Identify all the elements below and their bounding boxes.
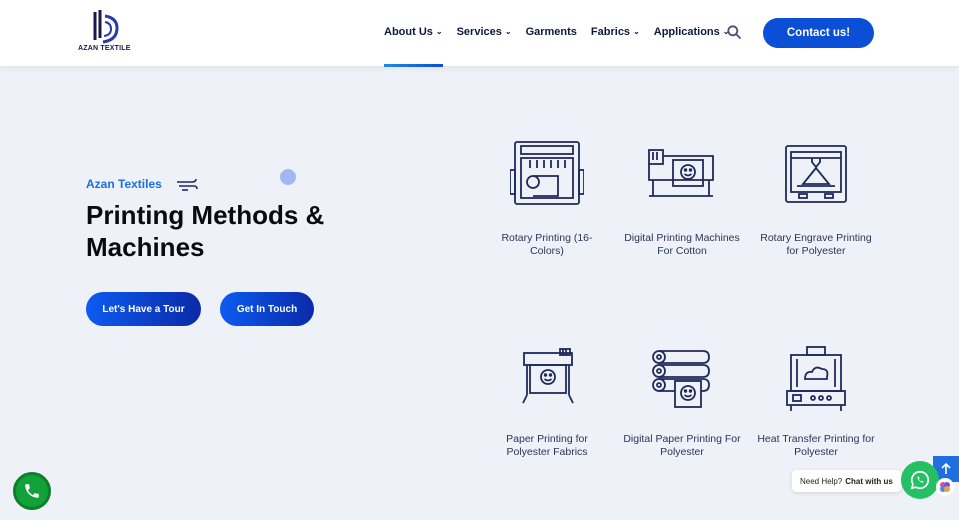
nav-label: Applications — [653, 26, 720, 38]
logo-text: AZAN TEXTILE — [78, 45, 131, 52]
service-card-paper-printing[interactable]: Paper Printing for Polyester Fabrics — [487, 345, 607, 459]
service-label: Digital Paper Printing For Polyester — [623, 433, 741, 458]
nav-about-us[interactable]: About Us ⌄ — [384, 26, 443, 67]
page-title: Printing Methods & Machines — [86, 200, 325, 262]
site-header: AZAN TEXTILE About Us ⌄ Services ⌄ Garment… — [0, 0, 959, 67]
wind-icon — [176, 178, 198, 191]
eyebrow-label: Azan Textiles — [86, 177, 162, 191]
decorative-dot — [280, 169, 296, 185]
service-card-digital-paper[interactable]: Digital Paper Printing For Polyester — [622, 345, 742, 459]
chevron-down-icon: ⌄ — [504, 26, 512, 36]
rotary-printer-icon — [510, 141, 584, 205]
logo-mark-icon — [93, 10, 119, 44]
service-label: Heat Transfer Printing for Polyester — [757, 433, 875, 458]
nav-fabrics[interactable]: Fabrics ⌄ — [591, 26, 640, 38]
service-card-digital-printing[interactable]: Digital Printing Machines For Cotton — [622, 140, 742, 258]
nav-label: About Us — [384, 26, 433, 38]
chat-prompt[interactable]: Need Help? Chat with us — [792, 470, 901, 492]
call-button[interactable] — [13, 472, 51, 510]
chevron-down-icon: ⌄ — [633, 26, 640, 36]
service-card-rotary-printing[interactable]: Rotary Printing (16-Colors) — [487, 140, 607, 258]
paper-rolls-icon — [652, 350, 710, 408]
whatsapp-button[interactable] — [901, 461, 939, 499]
tour-button[interactable]: Let's Have a Tour — [86, 292, 201, 326]
chat-prefix: Need Help? — [800, 476, 843, 486]
nav-applications[interactable]: Applications ⌄ — [654, 26, 730, 38]
service-label: Digital Printing Machines For Cotton — [624, 232, 740, 257]
nav-garments[interactable]: Garments — [526, 26, 577, 38]
heat-press-icon — [786, 346, 846, 411]
whatsapp-icon — [910, 470, 930, 490]
phone-icon — [25, 484, 39, 498]
arrow-up-icon — [941, 463, 951, 474]
assistant-widget[interactable] — [936, 478, 954, 496]
nav-services[interactable]: Services ⌄ — [457, 26, 512, 38]
contact-us-button[interactable]: Contact us! — [763, 18, 874, 48]
chat-label: Chat with us — [845, 476, 893, 486]
service-label: Rotary Engrave Printing for Polyester — [760, 232, 872, 257]
service-label: Rotary Printing (16-Colors) — [501, 232, 593, 257]
service-card-rotary-engrave[interactable]: Rotary Engrave Printing for Polyester — [756, 140, 876, 258]
nav-label: Fabrics — [590, 26, 631, 38]
service-card-heat-transfer[interactable]: Heat Transfer Printing for Polyester — [756, 345, 876, 459]
3d-printer-icon — [785, 145, 847, 203]
nav-label: Garments — [525, 26, 577, 38]
get-in-touch-button[interactable]: Get In Touch — [220, 292, 314, 326]
logo[interactable]: AZAN TEXTILE — [78, 10, 130, 58]
service-label: Paper Printing for Polyester Fabrics — [506, 433, 588, 458]
search-icon[interactable] — [727, 25, 741, 39]
nav-label: Services — [456, 26, 502, 38]
digital-printer-icon — [648, 149, 714, 197]
chevron-down-icon: ⌄ — [435, 26, 443, 36]
brain-icon — [940, 482, 950, 492]
main-nav: About Us ⌄ Services ⌄ Garments Fabrics ⌄ Ap… — [384, 26, 743, 67]
plotter-printer-icon — [522, 348, 574, 404]
hero-eyebrow: Azan Textiles — [86, 177, 198, 191]
